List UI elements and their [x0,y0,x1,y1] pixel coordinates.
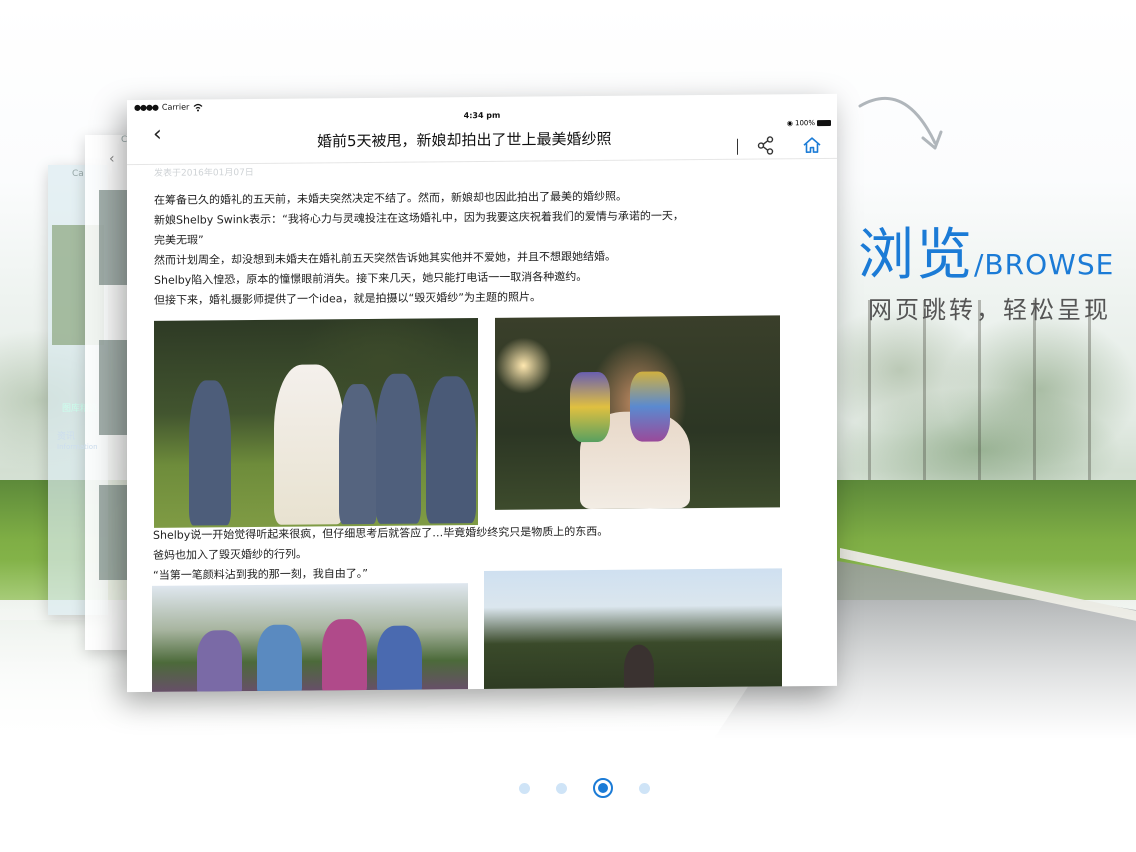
carrier-label: Carrier [161,102,190,112]
curved-arrow-icon [858,96,943,150]
ghost-back-icon: ‹ [109,151,115,167]
nav-bar: ‹ 婚前5天被甩，新娘却拍出了世上最美婚纱照 [127,115,837,166]
photo-painted-hand [630,371,670,442]
photo-bride [274,364,344,525]
article-paragraph-2: 新娘Shelby Swink表示：“我将心力与灵魂投注在这场婚礼中，因为我要这庆… [154,209,684,247]
page-title: 婚前5天被甩，新娘却拍出了世上最美婚纱照 [317,129,612,151]
ghost-carrier: Ca [72,169,84,179]
ghost-label-2: 资讯 [57,432,76,442]
pager-dot-2[interactable] [556,782,567,794]
pager-dot-1[interactable] [519,782,530,794]
headline-cn: 浏览 [858,223,974,288]
photo-figure [322,619,367,693]
article-photo-water-tower [484,568,782,693]
photo-figure [339,383,377,525]
headline-en: /BROWSE [974,248,1115,281]
article-photo-bridesmaids [154,318,478,528]
photo-figure [257,624,302,693]
nav-divider [737,138,738,155]
pager-dot-4[interactable] [639,782,650,794]
share-icon[interactable] [755,134,777,156]
signal-icon: ●●●● [134,102,158,113]
photo-figure [376,373,421,524]
back-icon[interactable]: ‹ [153,122,162,148]
photo-figure [624,644,654,692]
status-left: ●●●● Carrier [134,102,203,112]
photo-figure [426,376,476,524]
page-indicator [506,778,663,798]
feature-subtitle: 网页跳转，轻松呈现 [868,296,1111,324]
pager-dot-3-active[interactable] [593,778,613,798]
photo-figure [189,380,231,526]
article-photo-group-paint [152,583,468,693]
photo-painted-hand [570,371,610,443]
photo-figure [377,625,422,693]
article-body: 发表于2016年01月07日 在筹备已久的婚礼的五天前，未婚夫突然决定不结了。然… [154,160,814,311]
home-icon[interactable] [801,134,823,156]
article-photo-painted-hands [495,315,780,510]
wifi-icon [193,103,203,111]
feature-headline: 浏览/BROWSE [858,210,1114,291]
ghost-label-3: Information [57,443,98,451]
photo-figure [197,630,242,693]
tablet-article-page: ●●●● Carrier 4:34 pm ◉ 100% ‹ 婚前5天被甩，新娘却… [127,93,837,693]
